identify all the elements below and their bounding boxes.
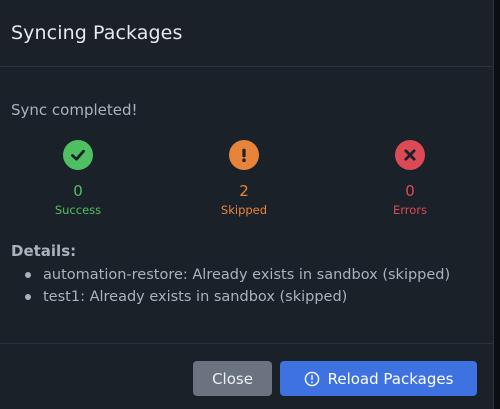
- sync-packages-dialog: Syncing Packages Sync completed! 0 Succe…: [0, 0, 494, 409]
- dialog-header: Syncing Packages: [0, 0, 493, 67]
- dialog-body: Sync completed! 0 Success 2 Skipped 0 Er…: [0, 67, 494, 343]
- bullet-icon: [25, 294, 31, 300]
- info-circle-icon: [304, 371, 320, 387]
- page-backdrop: [494, 0, 500, 409]
- sync-status-message: Sync completed!: [11, 101, 138, 119]
- success-count: 0: [73, 182, 83, 200]
- detail-text: automation-restore: Already exists in sa…: [43, 267, 451, 283]
- x-circle-icon: [395, 140, 425, 170]
- reload-packages-button[interactable]: Reload Packages: [280, 361, 477, 396]
- skipped-label: Skipped: [220, 203, 268, 217]
- bullet-icon: [25, 272, 31, 278]
- success-label: Success: [54, 203, 102, 217]
- stat-skipped: 2 Skipped: [184, 140, 304, 217]
- list-item: test1: Already exists in sandbox (skippe…: [23, 286, 450, 308]
- stat-success: 0 Success: [18, 140, 138, 217]
- dialog-title: Syncing Packages: [11, 22, 183, 44]
- exclamation-circle-icon: [229, 140, 259, 170]
- details-list: automation-restore: Already exists in sa…: [23, 264, 450, 308]
- dialog-footer: Close Reload Packages: [0, 343, 494, 409]
- skipped-count: 2: [239, 182, 249, 200]
- check-circle-icon: [63, 140, 93, 170]
- reload-packages-label: Reload Packages: [327, 369, 454, 388]
- close-button[interactable]: Close: [193, 361, 272, 396]
- list-item: automation-restore: Already exists in sa…: [23, 264, 450, 286]
- details-heading: Details:: [11, 242, 77, 260]
- errors-count: 0: [405, 182, 415, 200]
- stat-errors: 0 Errors: [350, 140, 470, 217]
- detail-text: test1: Already exists in sandbox (skippe…: [43, 289, 348, 305]
- errors-label: Errors: [392, 203, 428, 217]
